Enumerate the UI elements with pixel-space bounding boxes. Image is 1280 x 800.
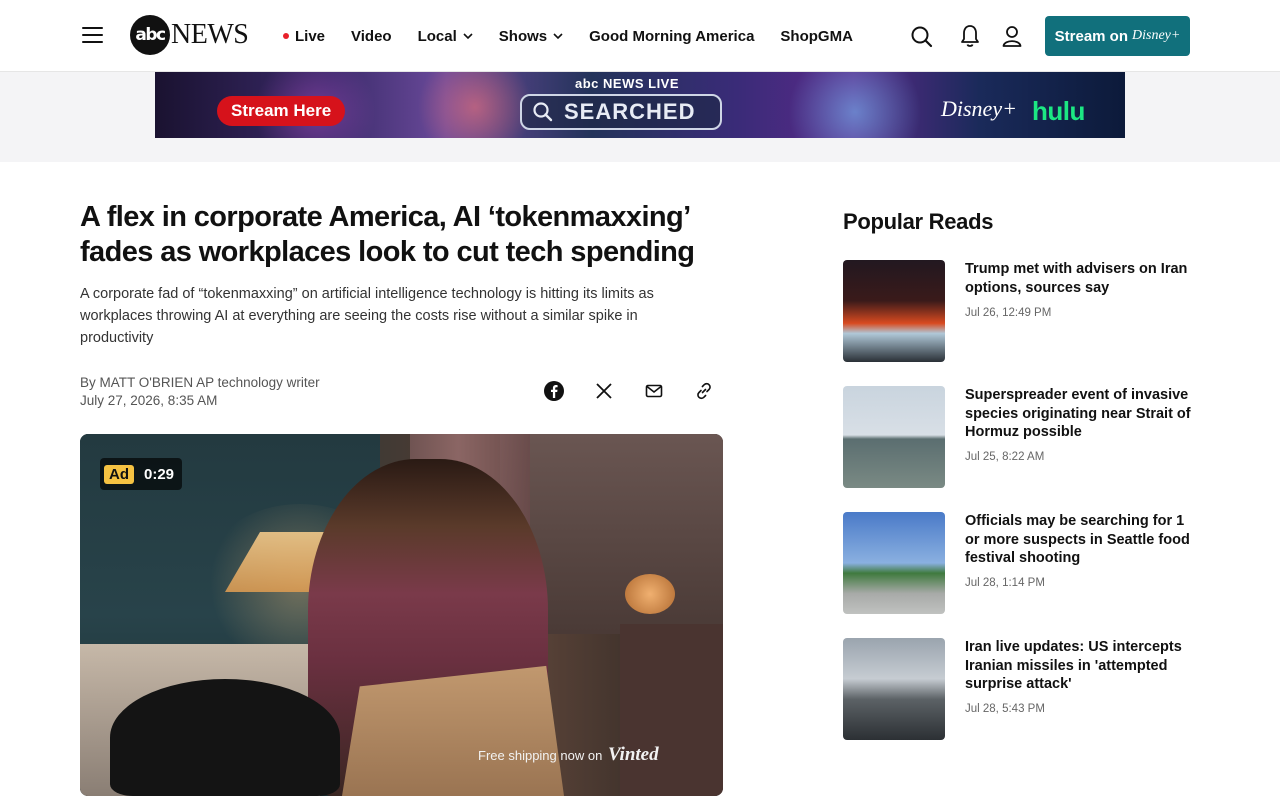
popular-item[interactable]: Superspreader event of invasive species …: [843, 386, 1193, 488]
nav-link-label: Local: [417, 27, 457, 45]
stream-here-button[interactable]: Stream Here: [217, 96, 346, 126]
ad-countdown-badge: Ad 0:29: [100, 458, 183, 490]
abc-news-live-logo: abc NEWS LIVE: [575, 76, 680, 91]
popular-item[interactable]: Officials may be searching for 1 or more…: [843, 512, 1193, 614]
search-icon[interactable]: [910, 22, 934, 50]
popular-item-date: Jul 25, 8:22 AM: [965, 451, 1045, 463]
nav-link-local[interactable]: Local: [418, 28, 473, 45]
nav-link-live[interactable]: Live: [283, 28, 325, 45]
abc-news-logo[interactable]: abc NEWS: [130, 15, 249, 55]
email-share-icon[interactable]: [643, 380, 665, 402]
popular-item[interactable]: Iran live updates: US intercepts Iranian…: [843, 638, 1193, 740]
popular-item-title[interactable]: Officials may be searching for 1 or more…: [965, 512, 1195, 568]
popular-item-thumbnail: [843, 260, 945, 362]
menu-icon[interactable]: [82, 27, 104, 45]
video-frame-part: [625, 574, 675, 614]
article-headline: A flex in corporate America, AI ‘tokenma…: [80, 201, 695, 268]
popular-item-date: Jul 28, 5:43 PM: [965, 703, 1045, 715]
popular-item-thumbnail: [843, 386, 945, 488]
searched-show-logo: SEARCHED: [520, 94, 722, 130]
logo-news-text: NEWS: [171, 19, 249, 50]
popular-item-title[interactable]: Iran live updates: US intercepts Iranian…: [965, 638, 1195, 694]
x-share-icon[interactable]: [593, 380, 615, 402]
ad-banner[interactable]: Stream Here abc NEWS LIVE SEARCHED Disne…: [155, 72, 1125, 138]
video-frame-part: [110, 679, 340, 796]
stream-button-label: Stream on: [1054, 27, 1129, 45]
copy-link-icon[interactable]: [693, 380, 715, 402]
ad-tag: Ad: [104, 464, 134, 484]
popular-item-title[interactable]: Trump met with advisers on Iran options,…: [965, 260, 1195, 297]
nav-link-video[interactable]: Video: [351, 28, 392, 45]
ad-caption: Free shipping now on Vinted: [478, 744, 659, 766]
ad-banner-area: Stream Here abc NEWS LIVE SEARCHED Disne…: [0, 72, 1280, 162]
article-summary: A corporate fad of “tokenmaxxing” on art…: [80, 286, 654, 346]
banner-decoration: [415, 72, 535, 138]
nav-link-label: Good Morning America: [589, 27, 755, 45]
nav-link-label: Video: [351, 27, 392, 45]
nav-link-shopgma[interactable]: ShopGMA: [780, 28, 853, 45]
popular-item-thumbnail: [843, 512, 945, 614]
video-player[interactable]: Ad 0:29 Free shipping now on Vinted: [80, 434, 723, 796]
video-frame-part: [620, 624, 723, 796]
chevron-down-icon: [463, 33, 473, 40]
nav-link-label: Shows: [498, 27, 548, 45]
popular-item[interactable]: Trump met with advisers on Iran options,…: [843, 260, 1193, 362]
popular-item-date: Jul 28, 1:14 PM: [965, 577, 1045, 589]
chevron-down-icon: [553, 33, 563, 40]
account-icon[interactable]: [1001, 22, 1023, 50]
facebook-share-icon[interactable]: [543, 380, 565, 402]
byline-author: By MATT O'BRIEN AP technology writer: [80, 375, 320, 390]
popular-item-thumbnail: [843, 638, 945, 740]
popular-item-date: Jul 26, 12:49 PM: [965, 307, 1052, 319]
banner-decoration: [775, 72, 935, 138]
searched-text: SEARCHED: [564, 99, 696, 124]
nav-link-label: Live: [295, 27, 326, 45]
article-byline: By MATT O'BRIEN AP technology writer Jul…: [80, 374, 320, 410]
disney-plus-logo: Disney+: [1132, 28, 1181, 43]
stream-on-disney-button[interactable]: Stream on Disney+: [1045, 16, 1190, 56]
vinted-logo: Vinted: [607, 744, 659, 765]
ad-time-remaining: 0:29: [144, 465, 175, 483]
notification-bell-icon[interactable]: [959, 22, 981, 50]
popular-reads-title: Popular Reads: [843, 209, 994, 234]
popular-item-title[interactable]: Superspreader event of invasive species …: [965, 386, 1195, 442]
hulu-logo: hulu: [1032, 96, 1085, 126]
top-navigation: abc NEWS Live Video Local Shows Good Mor…: [0, 0, 1280, 72]
logo-circle: abc: [130, 15, 170, 55]
nav-link-shows[interactable]: Shows: [499, 28, 563, 45]
nav-link-label: ShopGMA: [780, 27, 853, 45]
publish-date: July 27, 2026, 8:35 AM: [80, 393, 218, 408]
live-dot-icon: [283, 33, 289, 39]
disney-plus-logo: Disney+: [941, 96, 1017, 121]
search-icon: [533, 102, 553, 122]
main-nav: Live Video Local Shows Good Morning Amer…: [283, 0, 879, 72]
nav-link-gma[interactable]: Good Morning America: [589, 28, 754, 45]
ad-caption-text: Free shipping now on: [478, 748, 603, 763]
